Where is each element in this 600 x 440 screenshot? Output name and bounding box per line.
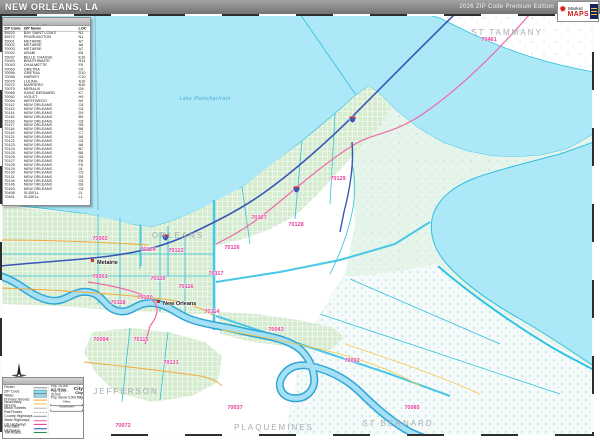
zip-code-label: 70131 xyxy=(163,360,178,366)
zip-index-header: ZIP Code Index/Grid Locator xyxy=(3,18,90,26)
county-label: ORLEANS xyxy=(152,231,204,240)
county-label: PLAQUEMINES xyxy=(234,423,314,432)
zip-code-wall-map: NEW ORLEANS, LA 2026 ZIP Code Premium Ed… xyxy=(0,0,600,440)
zip-code-label: 70122 xyxy=(168,248,183,254)
bottom-ruler xyxy=(0,434,594,436)
zip-index-panel: ZIP Code Index/Grid Locator ZIP Code ZIP… xyxy=(2,17,91,206)
legend-swatch xyxy=(34,423,47,426)
map-legend-panel: Map Legend ParishZIP CodeWaterPrimary St… xyxy=(2,377,84,439)
zip-code-label: 70072 xyxy=(115,423,130,429)
zip-code-label: 70114 xyxy=(205,309,221,315)
logo-word2: MAPS xyxy=(567,10,589,18)
logo-star-icon: ✹ xyxy=(559,4,567,14)
logo-badge xyxy=(589,4,598,19)
scale-bar-kilometers: Kilometers xyxy=(50,406,83,412)
zip-index-row: 70461 SLIDELL L1 xyxy=(4,195,83,199)
county-label: ST BERNARD xyxy=(362,419,433,428)
legend-swatch xyxy=(34,415,47,417)
water-body-label: Lake Pontchartrain xyxy=(180,96,231,102)
zip-code-label: 70037 xyxy=(227,405,242,411)
edition-label: 2026 ZIP Code Premium Edition xyxy=(459,4,554,10)
zip-code-label: 70092 xyxy=(344,358,359,364)
legend-swatch xyxy=(34,428,47,430)
top-ruler xyxy=(0,14,594,16)
county-label: JEFFERSON xyxy=(93,387,159,396)
legend-swatch xyxy=(34,403,47,405)
zip-code-label: 70129 xyxy=(330,176,345,182)
zip-code-label: 70119 xyxy=(151,276,166,282)
zip-code-label: 70128 xyxy=(288,222,303,228)
zip-code-label: 70043 xyxy=(268,327,283,333)
map-title: NEW ORLEANS, LA xyxy=(5,2,99,12)
legend-swatch xyxy=(34,399,47,401)
publisher-logo: ✹ Market MAPS xyxy=(557,1,599,22)
county-label: ST TAMMANY xyxy=(471,28,543,37)
zip-code-label: 70127 xyxy=(251,215,266,221)
zip-code-label: 70126 xyxy=(224,245,239,251)
legend-population-class: Pop. 5,000 - 25,000 City xyxy=(50,389,83,397)
legend-swatch xyxy=(34,393,47,398)
logo-word1: Market xyxy=(567,6,583,11)
legend-swatch xyxy=(34,432,47,434)
legend-header: Map Legend xyxy=(3,378,83,385)
zip-code-label: 70115 xyxy=(134,337,149,343)
legend-population-list: Pop. 25,000 and Above City Pop. 5,000 - 25… xyxy=(48,385,83,435)
legend-swatch xyxy=(34,407,47,409)
zip-code-label: 70094 xyxy=(93,337,109,343)
zip-code-label: 70130 xyxy=(137,295,152,301)
legend-swatch xyxy=(34,419,47,421)
zip-code-label: 70118 xyxy=(111,300,126,306)
zip-code-label: 70124 xyxy=(140,247,156,253)
legend-swatch xyxy=(34,387,47,389)
right-ruler xyxy=(592,14,594,436)
legend-symbol-list: Parish ZIP Code Water Primary Streets Second… xyxy=(3,386,48,435)
zip-code-label: 70001 xyxy=(92,274,107,280)
city-label: New Orleans xyxy=(163,301,196,307)
zip-index-rows: 39520 BAY SAINT LOUIS N1 39572 PEARLINGTON N1… xyxy=(3,31,89,199)
zip-code-label: 70116 xyxy=(179,284,194,290)
city-label: Metairie xyxy=(97,260,118,266)
zip-code-label: 70002 xyxy=(92,236,107,242)
zip-code-label: 70085 xyxy=(404,405,419,411)
city-marker-icon xyxy=(90,258,94,262)
city-marker-icon xyxy=(156,299,160,303)
zip-code-label: 70461 xyxy=(481,37,496,43)
legend-swatch xyxy=(34,411,47,413)
zip-code-label: 70117 xyxy=(209,271,224,277)
